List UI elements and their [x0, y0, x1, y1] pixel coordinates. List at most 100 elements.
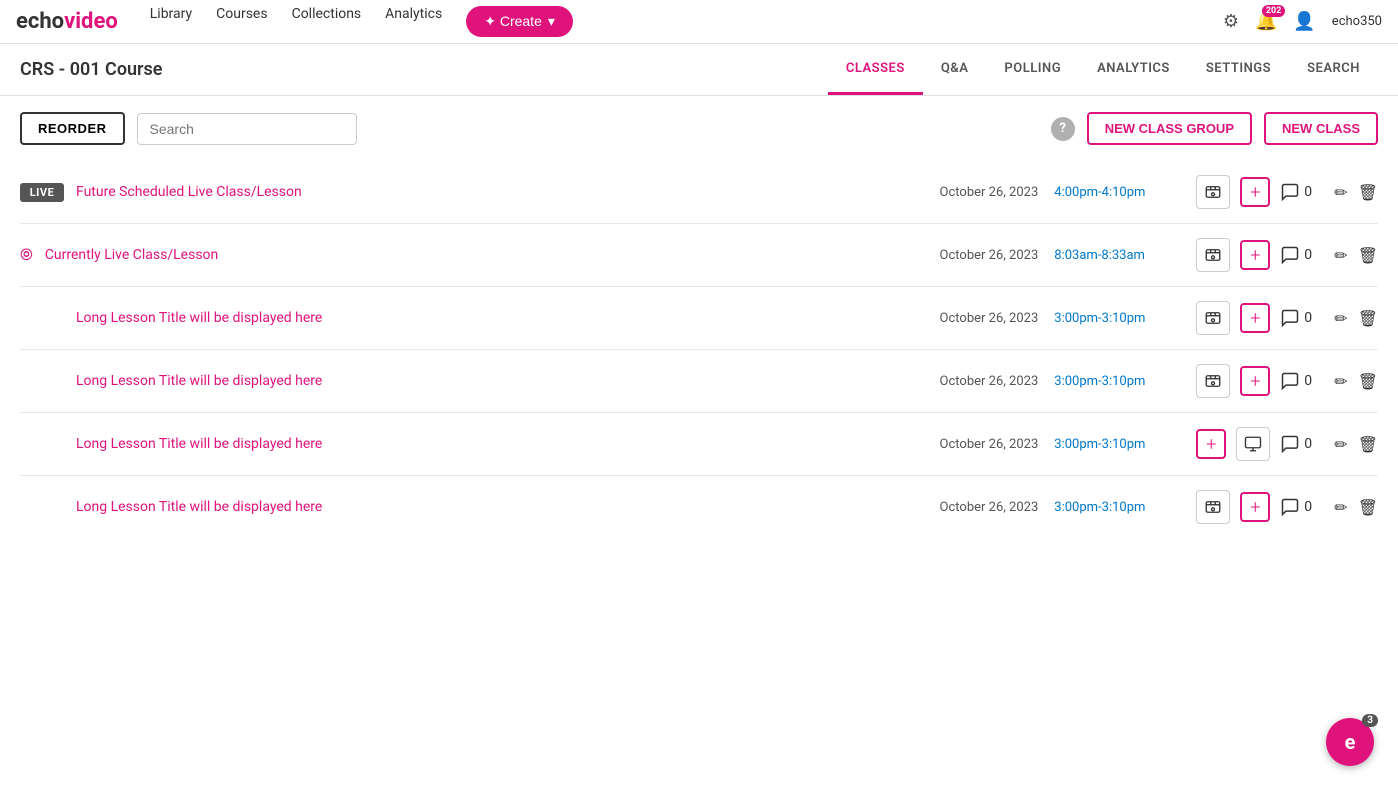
capture-icon-btn[interactable] — [1196, 238, 1230, 272]
class-title[interactable]: Future Scheduled Live Class/Lesson — [76, 184, 928, 200]
action-icons: + 0 ✏ 🗑 — [1196, 175, 1378, 209]
comment-count[interactable]: 0 — [1280, 434, 1324, 454]
course-title: CRS - 001 Course — [20, 59, 162, 80]
course-header: CRS - 001 Course CLASSES Q&A POLLING ANA… — [0, 44, 1398, 96]
table-row: Long Lesson Title will be displayed here… — [20, 413, 1378, 476]
class-time: 3:00pm-3:10pm — [1054, 311, 1184, 326]
capture-icon — [1204, 246, 1222, 264]
create-label: ✦ Create — [484, 13, 542, 30]
class-title[interactable]: Long Lesson Title will be displayed here — [76, 436, 928, 452]
logo-echo: echo — [16, 9, 64, 34]
capture-icon-btn[interactable] — [1196, 301, 1230, 335]
tab-qa[interactable]: Q&A — [923, 45, 987, 95]
edit-icon[interactable]: ✏ — [1334, 372, 1347, 391]
action-icons: + 0 ✏ 🗑 — [1196, 427, 1378, 461]
live-pulse-indicator: ⦾ — [20, 245, 33, 265]
notification-badge: 202 — [1262, 5, 1286, 17]
delete-icon[interactable]: 🗑 — [1358, 498, 1378, 517]
comment-count[interactable]: 0 — [1280, 182, 1324, 202]
action-icons: + 0 ✏ 🗑 — [1196, 490, 1378, 524]
screen-icon-btn[interactable] — [1236, 427, 1270, 461]
comment-count[interactable]: 0 — [1280, 308, 1324, 328]
delete-icon[interactable]: 🗑 — [1358, 435, 1378, 454]
comment-number: 0 — [1304, 436, 1312, 452]
capture-icon — [1204, 372, 1222, 390]
class-date: October 26, 2023 — [940, 248, 1039, 263]
class-title[interactable]: Long Lesson Title will be displayed here — [76, 499, 928, 515]
tab-polling[interactable]: POLLING — [986, 45, 1079, 95]
action-icons: + 0 ✏ 🗑 — [1196, 238, 1378, 272]
tab-search[interactable]: SEARCH — [1289, 45, 1378, 95]
add-content-button[interactable]: + — [1240, 492, 1270, 522]
class-date: October 26, 2023 — [940, 500, 1039, 515]
nav-collections[interactable]: Collections — [292, 6, 362, 37]
class-title[interactable]: Currently Live Class/Lesson — [45, 247, 928, 263]
edit-icon[interactable]: ✏ — [1334, 309, 1347, 328]
add-content-button[interactable]: + — [1240, 240, 1270, 270]
add-content-button[interactable]: + — [1240, 303, 1270, 333]
class-date: October 26, 2023 — [940, 185, 1039, 200]
table-row: Long Lesson Title will be displayed here… — [20, 287, 1378, 350]
delete-icon[interactable]: 🗑 — [1358, 246, 1378, 265]
class-date: October 26, 2023 — [940, 437, 1039, 452]
search-input[interactable] — [137, 113, 357, 145]
delete-icon[interactable]: 🗑 — [1358, 372, 1378, 391]
screen-icon — [1244, 435, 1262, 453]
class-time: 3:00pm-3:10pm — [1054, 437, 1184, 452]
class-title[interactable]: Long Lesson Title will be displayed here — [76, 373, 928, 389]
edit-icon[interactable]: ✏ — [1334, 183, 1347, 202]
capture-icon-btn[interactable] — [1196, 490, 1230, 524]
notifications-icon[interactable]: 🔔 202 — [1255, 11, 1277, 32]
comment-icon — [1280, 182, 1300, 202]
class-title[interactable]: Long Lesson Title will be displayed here — [76, 310, 928, 326]
comment-icon — [1280, 434, 1300, 454]
logo-video: video — [64, 9, 118, 34]
radio-wave-icon: ⦾ — [20, 245, 33, 265]
class-time: 3:00pm-3:10pm — [1054, 500, 1184, 515]
capture-icon-btn[interactable] — [1196, 175, 1230, 209]
delete-icon[interactable]: 🗑 — [1358, 183, 1378, 202]
edit-icon[interactable]: ✏ — [1334, 435, 1347, 454]
new-class-button[interactable]: NEW CLASS — [1264, 112, 1378, 145]
class-time: 3:00pm-3:10pm — [1054, 374, 1184, 389]
nav-analytics[interactable]: Analytics — [385, 6, 442, 37]
comment-count[interactable]: 0 — [1280, 497, 1324, 517]
chevron-down-icon: ▾ — [548, 13, 555, 30]
nav-courses[interactable]: Courses — [216, 6, 267, 37]
capture-icon-btn[interactable] — [1196, 364, 1230, 398]
tab-analytics[interactable]: ANALYTICS — [1079, 45, 1188, 95]
toolbar: REORDER ? NEW CLASS GROUP NEW CLASS — [0, 96, 1398, 161]
user-name[interactable]: echo350 — [1332, 14, 1382, 29]
tab-classes[interactable]: CLASSES — [828, 45, 923, 95]
add-content-button[interactable]: + — [1196, 429, 1226, 459]
comment-icon — [1280, 245, 1300, 265]
class-date: October 26, 2023 — [940, 374, 1039, 389]
nav-library[interactable]: Library — [150, 6, 192, 37]
add-content-button[interactable]: + — [1240, 177, 1270, 207]
settings-icon[interactable]: ⚙ — [1223, 11, 1239, 32]
floating-help-button[interactable]: e 3 — [1326, 718, 1374, 766]
help-icon[interactable]: ? — [1051, 117, 1075, 141]
edit-icon[interactable]: ✏ — [1334, 246, 1347, 265]
delete-icon[interactable]: 🗑 — [1358, 309, 1378, 328]
create-button[interactable]: ✦ Create ▾ — [466, 6, 573, 37]
nav-links: Library Courses Collections Analytics ✦ … — [150, 6, 1223, 37]
comment-number: 0 — [1304, 184, 1312, 200]
comment-count[interactable]: 0 — [1280, 371, 1324, 391]
table-row: ⦾ Currently Live Class/Lesson October 26… — [20, 224, 1378, 287]
course-tabs: CLASSES Q&A POLLING ANALYTICS SETTINGS S… — [828, 45, 1378, 95]
logo[interactable]: echovideo — [16, 9, 118, 34]
add-content-button[interactable]: + — [1240, 366, 1270, 396]
top-navigation: echovideo Library Courses Collections An… — [0, 0, 1398, 44]
comment-count[interactable]: 0 — [1280, 245, 1324, 265]
tab-settings[interactable]: SETTINGS — [1188, 45, 1289, 95]
user-icon[interactable]: 👤 — [1293, 11, 1315, 32]
class-time: 4:00pm-4:10pm — [1054, 185, 1184, 200]
float-label: e — [1345, 730, 1356, 754]
edit-icon[interactable]: ✏ — [1334, 498, 1347, 517]
class-date: October 26, 2023 — [940, 311, 1039, 326]
reorder-button[interactable]: REORDER — [20, 112, 125, 145]
new-class-group-button[interactable]: NEW CLASS GROUP — [1087, 112, 1252, 145]
capture-icon — [1204, 309, 1222, 327]
float-badge: 3 — [1362, 714, 1378, 727]
